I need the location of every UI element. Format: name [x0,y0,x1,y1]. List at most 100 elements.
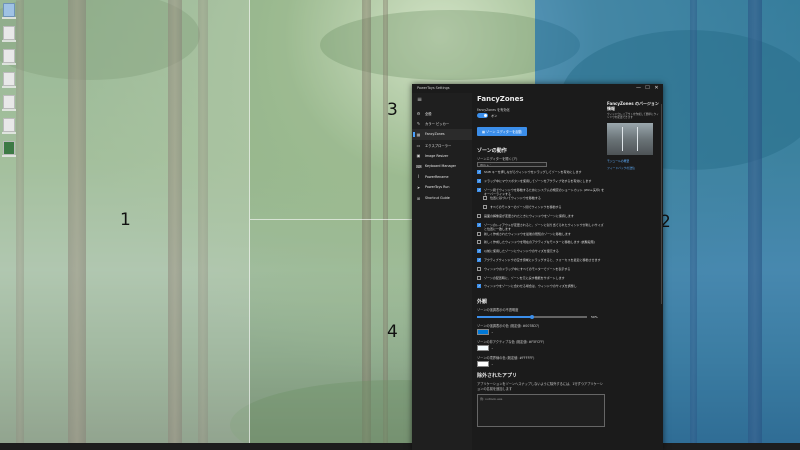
close-button[interactable]: ✕ [652,84,661,93]
color-swatch-button[interactable] [477,329,489,336]
sidebar-item-label: PowerToys Run [425,185,450,190]
excluded-apps-description: アプリケーションをゾーンへスナップしないように除外するには、1行ずつアプリケーシ… [477,382,603,392]
checkbox-unchecked-icon[interactable] [477,266,481,271]
sidebar-item-label: Keyboard Manager [425,164,456,169]
sidebar-item[interactable]: ✎ カラー ピッカー [412,119,472,130]
setting-checkbox[interactable]: ✓ 以前に使用したゾーンにウィンドウのサイズを復元する [477,249,605,258]
fancyzones-icon: ▦ [416,131,421,137]
checkbox-label: ゾーンのレイアウトが変更されると、ゾーンに割り当てられたウィンドウが新しいサイズ… [484,222,604,231]
checkbox-label: 新しく作成したウィンドウを現在のアクティブなモニターに移動します (試験段階) [484,240,595,245]
checkbox-unchecked-icon[interactable] [477,275,481,280]
excluded-apps-textarea[interactable]: 例: outlook.exe [477,394,605,428]
opacity-label: ゾーンの強調表示の不透明度 [477,308,519,313]
sidebar-item-label: FancyZones [425,132,445,137]
run-icon: ➤ [416,184,421,190]
setting-checkbox[interactable]: 新しく作成したウィンドウを現在のアクティブなモニターに移動します (試験段階) [477,240,605,249]
chevron-down-icon[interactable]: ⌄ [491,346,494,350]
checkbox-label: ドラッグ中にマウスボタンを使用してゾーンをアクティブ化するを有効にします [484,178,592,183]
checkbox-checked-icon[interactable]: ✓ [477,249,481,254]
sidebar-item[interactable]: ➤ PowerToys Run [412,182,472,193]
sidebar-item[interactable]: Ⅰ PowerRename [412,172,472,183]
setting-checkbox[interactable]: 画面の解像度が変更されたときにウィンドウをゾーンに保持します [477,213,605,223]
hotkey-input[interactable]: Win + ` [477,162,547,167]
sidebar-nav: ⚙ 全般 ✎ カラー ピッカー ▦ FancyZones ▭ エクスプローラー ▣ Image R… [412,108,472,203]
checkbox-unchecked-icon[interactable] [477,240,481,245]
checkbox-checked-icon[interactable]: ✓ [477,284,481,289]
checkbox-unchecked-icon[interactable] [483,196,487,201]
checkbox-checked-icon[interactable]: ✓ [477,187,481,192]
file-icon[interactable] [2,49,16,65]
zone-number: 3 [387,100,398,120]
checkbox-checked-icon[interactable]: ✓ [477,222,481,227]
hamburger-menu-icon[interactable]: ≡ [412,93,472,106]
file-icon[interactable] [2,118,16,134]
checkbox-unchecked-icon[interactable] [477,213,481,218]
recycle-bin-icon[interactable] [2,3,16,19]
color-swatch-button[interactable] [477,361,489,368]
setting-checkbox[interactable]: ✓ ドラッグ中にマウスボタンを使用してゾーンをアクティブ化するを有効にします [477,178,605,188]
sidebar-item-label: Shortcut Guide [425,196,450,201]
checkbox-checked-icon[interactable]: ✓ [477,257,481,262]
overview-link[interactable]: モジュールの概要 [607,159,661,163]
sidebar-item-label: 全般 [425,111,432,116]
rename-icon: Ⅰ [417,174,420,180]
setting-checkbox[interactable]: ✓ ウィンドウをゾーンに合わせる場合は、ウィンドウのサイズを調整し [477,284,605,293]
shortcut-icon: ⊞ [416,195,421,201]
zone-number: 4 [387,322,398,342]
checkbox-label: ゾーン間でウィンドウを移動するためにシステムの規定のショートカット (Win+矢… [484,187,605,196]
color-swatch-button[interactable] [477,345,489,352]
title-bar[interactable]: PowerToys Settings — ☐ ✕ [412,84,663,93]
color-picker-icon: ✎ [416,121,421,127]
gear-icon: ⚙ [416,110,421,116]
file-icon[interactable] [2,95,16,111]
file-icon[interactable] [2,26,16,42]
zone-1: 1 [0,0,250,443]
setting-checkbox[interactable]: ✓ アクティブウィンドウの空き領域にドラッグすると、フォーカスを最近に移動させます [477,257,605,267]
behavior-checkbox-list: ✓ Shift キーを押しながらウィンドウをドラッグしてゾーンを有効にします ✓ ドラ… [475,170,605,293]
slider-thumb[interactable] [529,314,535,320]
minimize-button[interactable]: — [634,84,643,93]
checkbox-label: アクティブウィンドウの空き領域にドラッグすると、フォーカスを最近に移動させます [484,257,601,262]
image-file-icon[interactable] [2,141,16,157]
maximize-button[interactable]: ☐ [643,84,652,93]
chevron-down-icon[interactable]: ⌄ [491,330,494,334]
desktop-wallpaper: 1 3 4 2 [0,0,800,450]
checkbox-unchecked-icon[interactable] [477,231,481,236]
zone-number: 1 [120,210,131,230]
sidebar-item[interactable]: ⌨ Keyboard Manager [412,161,472,172]
feedback-link[interactable]: フィードバックの送信 [607,166,661,170]
about-preview-image [607,122,653,155]
hotkey-label: ゾーンエディターを開く(ア) [477,157,518,161]
main-content: FancyZones FancyZones を有効化 オン ▦ ゾーン エディタ… [475,93,605,450]
file-icon[interactable] [2,72,16,88]
sidebar-item[interactable]: ⚙ 全般 [412,108,472,119]
checkbox-label: 位置に基づいてウィンドウを移動する [490,196,541,201]
setting-checkbox[interactable]: ✓ Shift キーを押しながらウィンドウをドラッグしてゾーンを有効にします [477,170,605,179]
about-panel: FancyZones のバージョン情報 ウィンドウレイアウトを作成して簡単にウィ… [607,93,661,170]
sidebar-item[interactable]: ▣ Image Resizer [412,150,472,161]
sidebar-item[interactable]: ▦ FancyZones [412,129,472,140]
enable-toggle[interactable] [477,113,488,118]
launch-editor-button[interactable]: ▦ ゾーン エディターを起動 [477,127,527,136]
sidebar-item-label: エクスプローラー [425,143,452,148]
setting-checkbox[interactable]: ✓ ゾーンのレイアウトが変更されると、ゾーンに割り当てられたウィンドウが新しいサイ… [477,222,605,232]
setting-checkbox[interactable]: すべてのモニターのゾーン間でウィンドウを移動する [483,205,605,214]
desktop-icons [2,3,18,164]
opacity-slider[interactable] [477,314,587,320]
checkbox-checked-icon[interactable]: ✓ [477,170,481,174]
checkbox-label: ウィンドウをゾーンに合わせる場合は、ウィンドウのサイズを調整し [484,284,577,289]
checkbox-label: ウィンドウのドラッグ中にすべてのモニターでゾーンを表示する [484,266,571,271]
color-label: ゾーンの非アクティブな色 (既定値: #F5FCFF) [477,340,545,345]
sidebar-item[interactable]: ⊞ Shortcut Guide [412,193,472,204]
sidebar-item[interactable]: ▭ エクスプローラー [412,140,472,151]
color-picker-list: ゾーンの強調表示の色 (既定値: #0078D7) ⌄ ゾーンの非アクティブな色 (… [475,323,605,368]
checkbox-unchecked-icon[interactable] [483,205,487,210]
scrollbar[interactable] [660,104,662,304]
sidebar-item-label: PowerRename [425,174,449,179]
setting-checkbox[interactable]: ウィンドウのドラッグ中にすべてのモニターでゾーンを表示する [477,266,605,276]
setting-checkbox[interactable]: 位置に基づいてウィンドウを移動する [483,196,605,205]
opacity-value: 50% [591,315,598,320]
chevron-down-icon[interactable]: ⌄ [491,362,494,366]
image-resizer-icon: ▣ [416,153,421,159]
checkbox-checked-icon[interactable]: ✓ [477,178,481,183]
